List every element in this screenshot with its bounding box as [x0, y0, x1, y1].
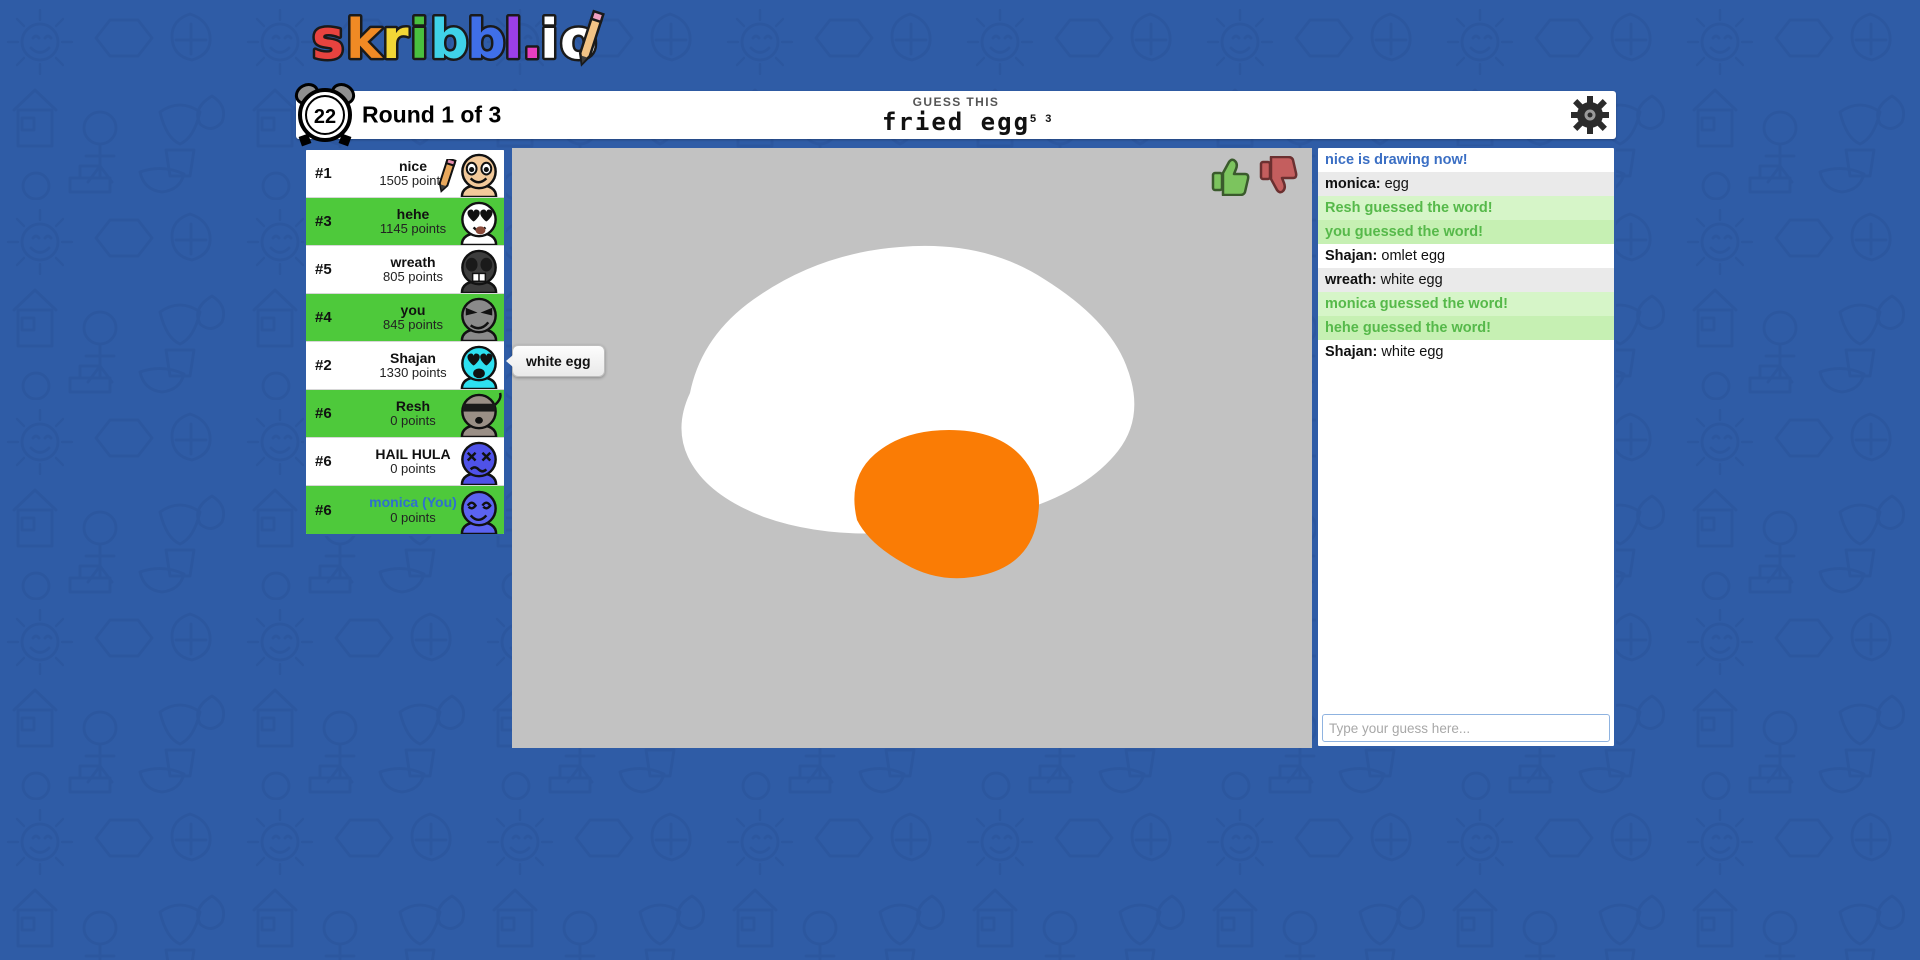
chat-input-wrapper [1318, 710, 1614, 746]
svg-text:b: b [467, 8, 506, 70]
thumbs-down-icon[interactable] [1258, 155, 1298, 196]
chat-panel: nice is drawing now! monica: egg Resh gues… [1316, 146, 1616, 748]
svg-text:l: l [504, 8, 523, 70]
top-bar: 22 Round 1 of 3 GUESS THIS fried egg 5 3 [294, 83, 1616, 147]
svg-text:i: i [410, 8, 429, 70]
player-row-hail-hula[interactable]: #6 HAIL HULA 0 points [306, 438, 504, 487]
avatar [456, 488, 502, 534]
chat-message-text: egg [1380, 176, 1409, 192]
player-row-wreath[interactable]: #5 wreath 805 points [306, 246, 504, 295]
word-block: GUESS THIS fried egg 5 3 [881, 95, 1051, 136]
player-row-nice[interactable]: #1 nice 1505 points [306, 150, 504, 199]
timer-value: 22 [314, 106, 336, 128]
chat-message-author: wreath: [1325, 272, 1377, 288]
player-guess-tooltip: white egg [506, 345, 605, 377]
player-row-shajan[interactable]: #2 Shajan 1330 points [306, 342, 504, 391]
player-row-you[interactable]: #4 you 845 points [306, 294, 504, 343]
player-rank: #6 [315, 501, 332, 519]
word-display: fried egg 5 3 [881, 108, 1051, 136]
player-rank: #4 [315, 309, 332, 326]
chat-message: Resh guessed the word! [1318, 196, 1614, 220]
avatar [456, 247, 502, 295]
chat-message: you guessed the word! [1318, 220, 1614, 244]
chat-message: Shajan: omlet egg [1318, 244, 1614, 268]
player-rank: #1 [315, 165, 332, 182]
vote-buttons [1210, 155, 1298, 197]
drawing-pencil-icon [434, 157, 460, 195]
drawing-canvas[interactable] [512, 148, 1312, 748]
player-row-hehe[interactable]: #3 hehe 1145 points [306, 198, 504, 247]
player-row-monica-you-[interactable]: #6 monica (You) 0 points [306, 486, 504, 534]
chat-input[interactable] [1322, 714, 1610, 742]
avatar [456, 439, 502, 487]
avatar [456, 199, 502, 247]
chat-message: wreath: white egg [1318, 268, 1614, 292]
svg-text:i: i [540, 8, 559, 70]
chat-message: monica guessed the word! [1318, 292, 1614, 316]
player-rank: #6 [315, 453, 332, 470]
player-rank: #2 [315, 357, 332, 374]
player-rank: #5 [315, 261, 332, 278]
chat-message-author: monica: [1325, 176, 1381, 192]
chat-messages[interactable]: nice is drawing now! monica: egg Resh gues… [1318, 148, 1614, 710]
avatar [456, 343, 502, 391]
svg-text:b: b [430, 8, 469, 70]
alarm-clock-icon: 22 [288, 77, 362, 151]
avatar [456, 151, 502, 199]
chat-message-text: omlet egg [1377, 248, 1446, 264]
chat-message: hehe guessed the word! [1318, 316, 1614, 340]
chat-message-author: Shajan: [1325, 248, 1378, 264]
svg-text:k: k [346, 8, 383, 70]
chat-message: Shajan: white egg [1318, 340, 1614, 364]
avatar [456, 295, 502, 343]
guess-this-label: GUESS THIS [912, 95, 1000, 109]
chat-message-text: white egg [1377, 344, 1444, 360]
player-list: #1 nice 1505 points #3 hehe 1145 points #5 wrea… [304, 148, 506, 536]
svg-text:s: s [312, 8, 344, 70]
chat-message: nice is drawing now! [1325, 152, 1468, 168]
round-label: Round 1 of 3 [362, 101, 502, 128]
skribbl-logo: s k r i b b l . i o [310, 6, 610, 74]
player-rank: #3 [315, 213, 332, 230]
svg-text:r: r [382, 8, 409, 70]
word-text: fried egg [881, 108, 1031, 136]
chat-message: monica: egg [1318, 172, 1614, 196]
avatar [456, 391, 502, 439]
gear-icon[interactable] [1570, 95, 1610, 135]
player-row-resh[interactable]: #6 Resh 0 points [306, 390, 504, 439]
word-letter-counts: 5 3 [1030, 113, 1055, 125]
chat-message-text: white egg [1376, 272, 1443, 288]
player-rank: #6 [315, 405, 332, 422]
drawing-content [512, 148, 1312, 748]
chat-message-author: Shajan: [1325, 344, 1378, 360]
thumbs-up-icon[interactable] [1210, 156, 1250, 197]
